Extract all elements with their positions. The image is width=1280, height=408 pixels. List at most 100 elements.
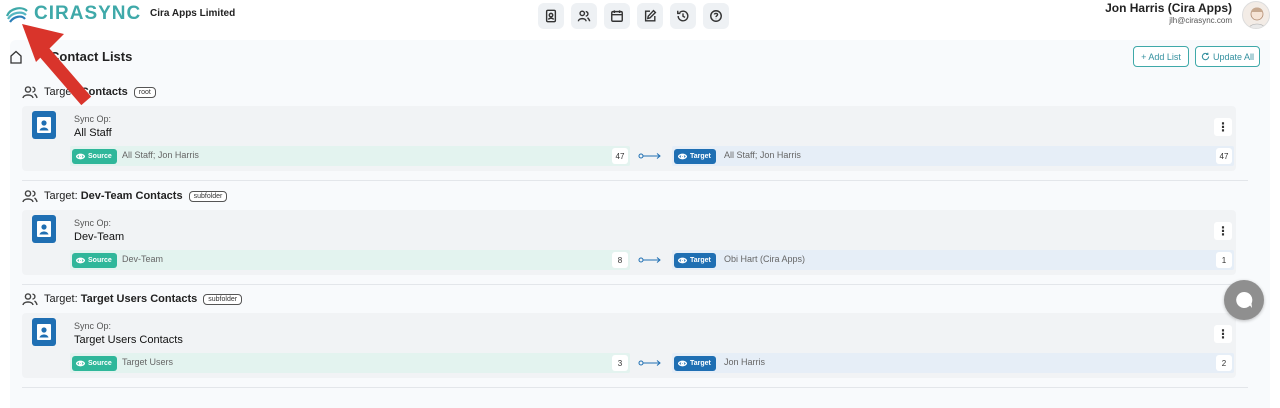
cirasync-logo-icon [5, 7, 28, 23]
source-pill[interactable]: Source [72, 356, 117, 371]
sync-arrow-icon [638, 360, 661, 366]
section-header: Target: Dev-Team Contacts subfolder [22, 186, 1248, 206]
sync-op-label: Sync Op: [74, 321, 112, 331]
section-title: Target: Dev-Team Contacts [44, 190, 183, 202]
eye-icon [678, 360, 687, 367]
avatar[interactable] [1242, 1, 1270, 29]
target-bar: Target Obi Hart (Cira Apps) 1 [672, 250, 1234, 270]
eye-icon [678, 153, 687, 160]
target-prefix: Target: [44, 293, 78, 305]
help-icon [710, 10, 722, 22]
target-members: Jon Harris [724, 357, 766, 367]
sync-op-card[interactable]: Sync Op: Dev-Team ⋮ Source Dev-Team 8 Ta… [22, 210, 1236, 275]
page-title: Contact Lists [50, 49, 133, 64]
eye-icon [76, 257, 85, 264]
target-count: 1 [1216, 252, 1232, 268]
contact-card-icon [545, 9, 557, 23]
source-count: 3 [612, 355, 628, 371]
sync-op-card[interactable]: Sync Op: All Staff ⋮ Source All Staff; J… [22, 106, 1236, 171]
source-count: 8 [612, 252, 628, 268]
nav-contact-card-button[interactable] [538, 3, 564, 29]
section-target-users-contacts: Target: Target Users Contacts subfolder [22, 289, 1248, 309]
section-contacts: Target: Contacts root [22, 82, 1248, 102]
divider [22, 387, 1248, 388]
source-members: Target Users [122, 357, 174, 367]
top-bar: CIRASYNC Cira Apps Limited Jon Harris (C… [0, 0, 1280, 32]
target-prefix: Target: [44, 190, 78, 202]
update-all-button[interactable]: Update All [1195, 46, 1260, 67]
source-count: 47 [612, 148, 628, 164]
source-pill[interactable]: Source [72, 253, 117, 268]
source-members: All Staff; Jon Harris [122, 150, 199, 160]
target-name: Target Users Contacts [80, 293, 198, 305]
folder-badge: subfolder [188, 190, 228, 202]
eye-icon [76, 153, 85, 160]
brand-name: CIRASYNC [34, 3, 142, 24]
target-pill[interactable]: Target [674, 356, 716, 371]
folder-badge: subfolder [203, 293, 243, 305]
target-bar: Target All Staff; Jon Harris 47 [672, 146, 1234, 166]
users-icon [22, 86, 38, 99]
source-bar: Source Target Users 3 [70, 353, 630, 373]
users-icon [577, 10, 591, 22]
users-icon [22, 190, 38, 203]
sync-op-label: Sync Op: [74, 114, 112, 124]
folder-badge: root [133, 86, 156, 98]
user-info[interactable]: Jon Harris (Cira Apps) jlh@cirasync.com [1105, 1, 1232, 25]
history-icon [677, 10, 689, 22]
sync-op-label: Sync Op: [74, 218, 112, 228]
contact-book-icon [32, 215, 56, 243]
divider [22, 180, 1248, 181]
section-header: Target: Target Users Contacts subfolder [22, 289, 1248, 309]
nav-edit-button[interactable] [637, 3, 663, 29]
section-header: Target: Contacts root [22, 82, 1248, 102]
target-pill[interactable]: Target [674, 149, 716, 164]
chat-icon [1236, 291, 1253, 308]
edit-icon [644, 9, 657, 22]
more-options-button[interactable]: ⋮ [1214, 325, 1232, 343]
source-members: Dev-Team [122, 254, 164, 264]
nav-help-button[interactable] [703, 3, 729, 29]
source-bar: Source Dev-Team 8 [70, 250, 630, 270]
target-name: Dev-Team Contacts [80, 190, 183, 202]
avatar-face-icon [1248, 7, 1266, 28]
nav-users-button[interactable] [571, 3, 597, 29]
eye-icon [76, 360, 85, 367]
sync-op-card[interactable]: Sync Op: Target Users Contacts ⋮ Source … [22, 313, 1236, 378]
update-all-label: Update All [1212, 51, 1255, 62]
target-count: 47 [1216, 148, 1232, 164]
sync-arrow-icon [638, 153, 661, 159]
user-email: jlh@cirasync.com [1169, 16, 1232, 25]
target-members: All Staff; Jon Harris [724, 150, 801, 160]
section-title: Target: Target Users Contacts [44, 293, 197, 305]
nav-history-button[interactable] [670, 3, 696, 29]
target-pill[interactable]: Target [674, 253, 716, 268]
logo[interactable]: CIRASYNC [4, 2, 141, 26]
target-members: Obi Hart (Cira Apps) [724, 254, 806, 264]
chat-launcher-button[interactable] [1224, 280, 1264, 320]
contact-book-icon [32, 318, 56, 346]
target-name: Contacts [80, 86, 128, 98]
target-count: 2 [1216, 355, 1232, 371]
target-prefix: Target: [44, 86, 78, 98]
source-bar: Source All Staff; Jon Harris 47 [70, 146, 630, 166]
more-options-button[interactable]: ⋮ [1214, 222, 1232, 240]
add-list-button[interactable]: + Add List [1133, 46, 1189, 67]
divider [22, 284, 1248, 285]
users-icon [22, 293, 38, 306]
eye-icon [678, 257, 687, 264]
top-nav [538, 3, 729, 29]
user-name: Jon Harris (Cira Apps) [1105, 1, 1232, 15]
sync-op-name[interactable]: Target Users Contacts [74, 334, 183, 346]
section-dev-team-contacts: Target: Dev-Team Contacts subfolder [22, 186, 1248, 206]
nav-calendar-button[interactable] [604, 3, 630, 29]
sync-op-name[interactable]: Dev-Team [74, 231, 124, 243]
source-pill[interactable]: Source [72, 149, 117, 164]
section-title: Target: Contacts [44, 86, 128, 98]
home-icon[interactable] [10, 50, 22, 64]
more-options-button[interactable]: ⋮ [1214, 118, 1232, 136]
org-name: Cira Apps Limited [150, 8, 236, 19]
refresh-icon [1201, 52, 1210, 61]
sync-op-name[interactable]: All Staff [74, 127, 112, 139]
sync-arrow-icon [638, 257, 661, 263]
